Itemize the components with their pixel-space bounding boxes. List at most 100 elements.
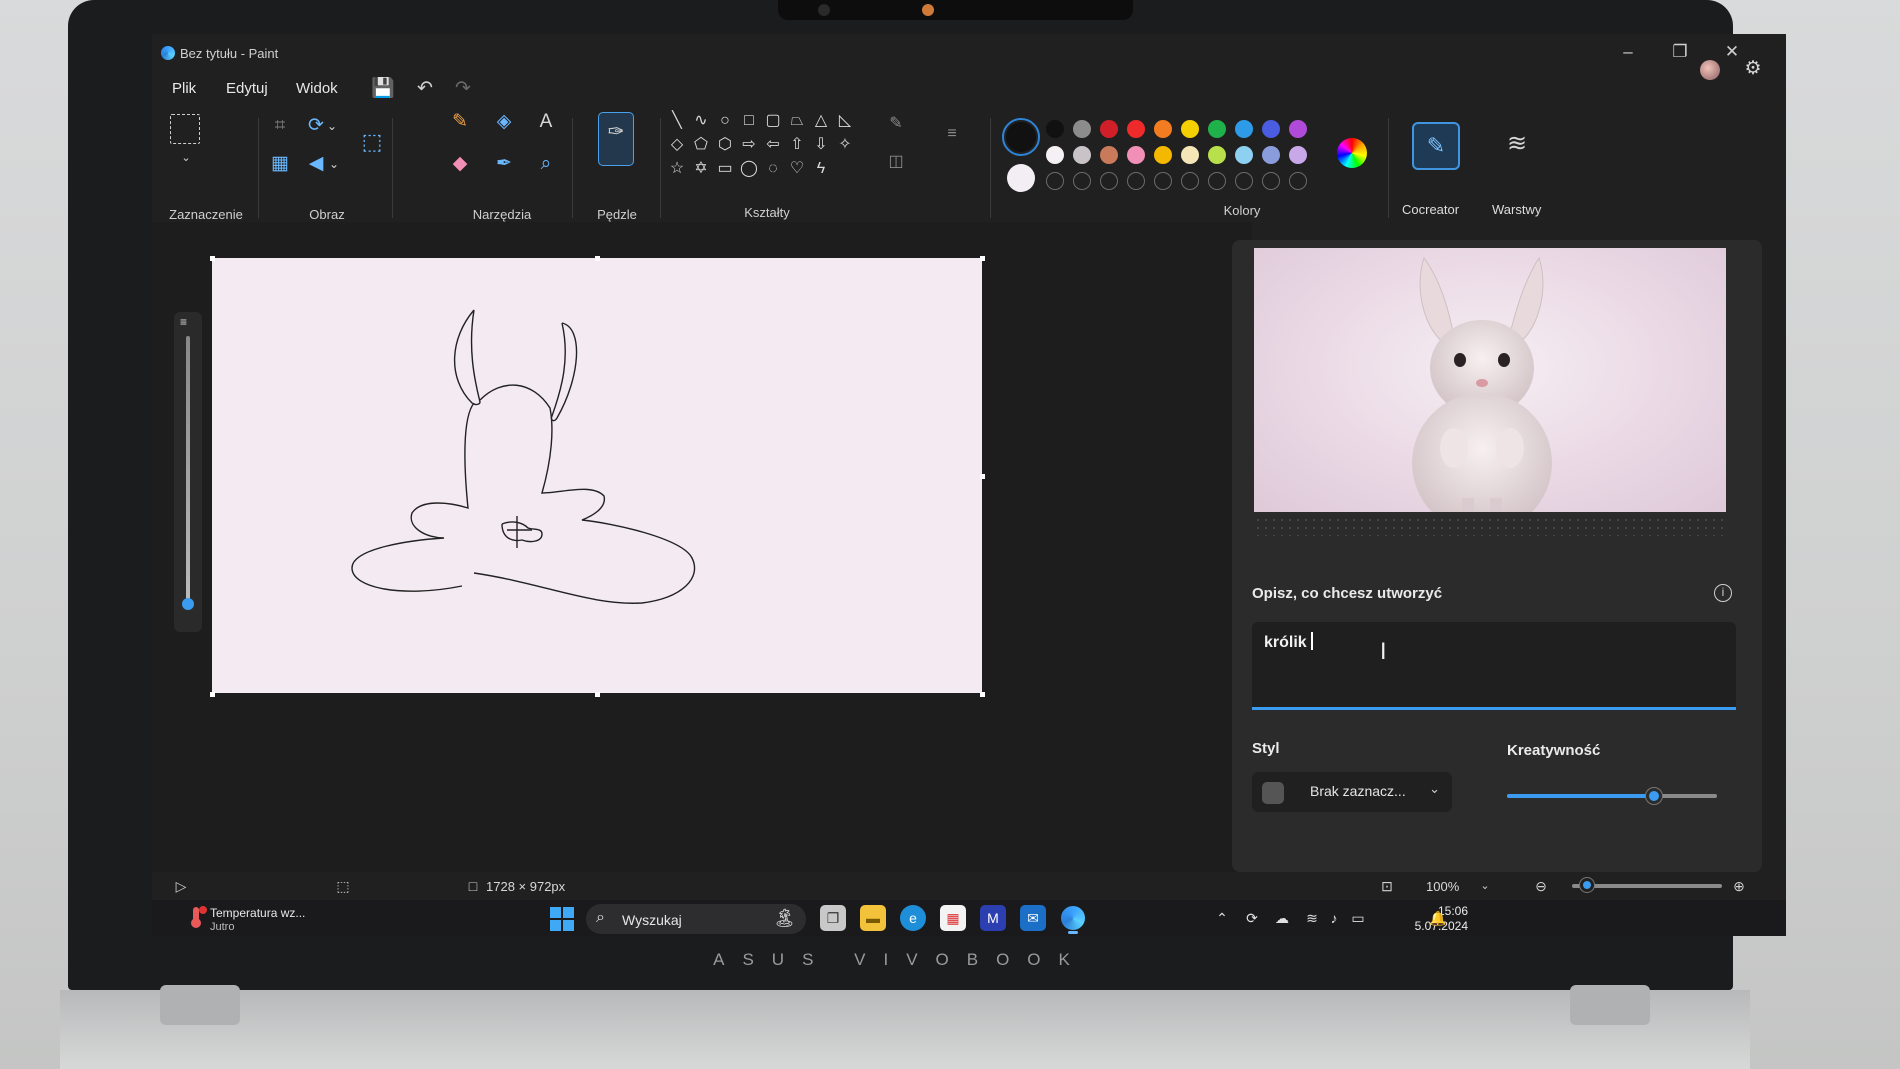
redo-icon[interactable]: ↷ xyxy=(450,76,476,102)
windows-start-icon[interactable] xyxy=(550,907,574,931)
color-swatch[interactable] xyxy=(1289,146,1307,164)
creativity-slider[interactable] xyxy=(1507,788,1717,804)
canvas-handle[interactable] xyxy=(980,474,985,479)
primary-color[interactable] xyxy=(1002,118,1040,156)
custom-color-slot[interactable] xyxy=(1046,172,1064,190)
up-arrow-shape-icon[interactable]: ⇧ xyxy=(786,134,808,156)
color-swatch[interactable] xyxy=(1100,146,1118,164)
file-explorer-icon[interactable]: ▬ xyxy=(860,905,886,931)
custom-color-slot[interactable] xyxy=(1127,172,1145,190)
paint-taskbar-icon[interactable] xyxy=(1060,905,1086,931)
six-point-star-shape-icon[interactable]: ✡ xyxy=(690,158,712,180)
notification-bell-icon[interactable]: 🔔 xyxy=(1428,908,1448,928)
volume-icon[interactable]: ♪ xyxy=(1324,908,1344,928)
zoom-level[interactable]: 100% xyxy=(1426,879,1459,894)
color-swatch[interactable] xyxy=(1208,146,1226,164)
canvas-handle[interactable] xyxy=(980,256,985,261)
edge-browser-icon[interactable]: e xyxy=(900,905,926,931)
color-swatch[interactable] xyxy=(1046,146,1064,164)
heart-shape-icon[interactable]: ♡ xyxy=(786,158,808,180)
color-swatch[interactable] xyxy=(1262,146,1280,164)
line-shape-icon[interactable]: ╲ xyxy=(666,110,688,132)
color-swatch[interactable] xyxy=(1289,120,1307,138)
sync-icon[interactable]: ⟳ xyxy=(1242,908,1262,928)
four-point-star-shape-icon[interactable]: ✧ xyxy=(834,134,856,156)
cocreator-button[interactable]: ✎ xyxy=(1412,122,1460,170)
oval-shape-icon[interactable]: ○ xyxy=(714,110,736,132)
pencil-icon[interactable]: ✎ xyxy=(446,108,474,136)
five-point-star-shape-icon[interactable]: ☆ xyxy=(666,158,688,180)
fill-bucket-icon[interactable]: ◈ xyxy=(490,108,518,136)
prompt-input-value[interactable]: królik xyxy=(1264,632,1313,652)
eraser-icon[interactable]: ◆ xyxy=(446,150,474,178)
color-swatch[interactable] xyxy=(1073,146,1091,164)
save-icon[interactable]: 💾 xyxy=(370,76,396,102)
color-swatch[interactable] xyxy=(1046,120,1064,138)
brush-size-knob[interactable] xyxy=(182,598,194,610)
color-swatch[interactable] xyxy=(1235,146,1253,164)
brush-size-slider[interactable]: ≡ xyxy=(174,312,202,632)
outline-icon[interactable]: ✎ xyxy=(882,110,910,138)
resize-icon[interactable]: ▦ xyxy=(266,150,294,178)
fit-to-window-icon[interactable]: ⊡ xyxy=(1378,877,1396,895)
zoom-out-icon[interactable]: ⊖ xyxy=(1532,877,1550,895)
color-swatch[interactable] xyxy=(1154,146,1172,164)
rotate-chevron-icon[interactable]: ⌄ xyxy=(318,112,346,140)
hexagon-shape-icon[interactable]: ⬡ xyxy=(714,134,736,156)
restore-button[interactable]: ❐ xyxy=(1660,40,1700,64)
line-size-icon[interactable]: ≡ xyxy=(938,120,966,148)
brush-icon[interactable]: ✑ xyxy=(598,112,634,166)
color-swatch[interactable] xyxy=(1127,120,1145,138)
custom-color-slot[interactable] xyxy=(1181,172,1199,190)
lightning-shape-icon[interactable]: ϟ xyxy=(810,158,832,180)
task-view-icon[interactable]: ❐ xyxy=(820,905,846,931)
down-arrow-shape-icon[interactable]: ⇩ xyxy=(810,134,832,156)
canvas-handle[interactable] xyxy=(595,256,600,261)
show-hidden-icons-chevron[interactable]: ⌃ xyxy=(1212,908,1232,928)
wifi-icon[interactable]: ≋ xyxy=(1302,908,1322,928)
generated-image-preview[interactable] xyxy=(1254,248,1726,512)
color-swatch[interactable] xyxy=(1073,120,1091,138)
rectangle-shape-icon[interactable]: □ xyxy=(738,110,760,132)
style-dropdown[interactable]: Brak zaznacz... ⌄ xyxy=(1252,772,1452,812)
color-swatch[interactable] xyxy=(1181,120,1199,138)
battery-icon[interactable]: ▭ xyxy=(1348,908,1368,928)
color-swatch[interactable] xyxy=(1100,120,1118,138)
zoom-in-icon[interactable]: ⊕ xyxy=(1730,877,1748,895)
secondary-color[interactable] xyxy=(1007,164,1035,192)
pentagon-shape-icon[interactable]: ⬠ xyxy=(690,134,712,156)
menu-edit[interactable]: Edytuj xyxy=(226,80,268,97)
magnifier-icon[interactable]: ⌕ xyxy=(532,150,560,178)
right-arrow-shape-icon[interactable]: ⇨ xyxy=(738,134,760,156)
weather-subtitle[interactable]: Jutro xyxy=(210,921,234,933)
zoom-slider[interactable] xyxy=(1572,878,1722,892)
left-arrow-shape-icon[interactable]: ⇦ xyxy=(762,134,784,156)
rect-callout-shape-icon[interactable]: ▭ xyxy=(714,158,736,180)
taskbar-search[interactable]: ⌕ Wyszukaj 🏝 xyxy=(586,904,806,934)
custom-color-slot[interactable] xyxy=(1154,172,1172,190)
text-tool-icon[interactable]: A xyxy=(532,108,560,136)
curve-shape-icon[interactable]: ∿ xyxy=(690,110,712,132)
account-avatar[interactable] xyxy=(1700,60,1720,80)
custom-color-slot[interactable] xyxy=(1262,172,1280,190)
color-swatch[interactable] xyxy=(1235,120,1253,138)
custom-color-slot[interactable] xyxy=(1073,172,1091,190)
rounded-rectangle-shape-icon[interactable]: ▢ xyxy=(762,110,784,132)
microsoft-store-icon[interactable]: ▦ xyxy=(940,905,966,931)
drawing-canvas[interactable] xyxy=(212,258,982,693)
canvas-handle[interactable] xyxy=(980,692,985,697)
menu-file[interactable]: Plik xyxy=(172,80,196,97)
color-picker-icon[interactable]: ✒ xyxy=(490,150,518,178)
prompt-input[interactable]: królik I xyxy=(1252,622,1736,710)
oval-callout-shape-icon[interactable]: ◯ xyxy=(738,158,760,180)
thermometer-icon[interactable] xyxy=(186,905,208,929)
zoom-knob[interactable] xyxy=(1580,878,1594,892)
color-swatch[interactable] xyxy=(1181,146,1199,164)
custom-color-slot[interactable] xyxy=(1208,172,1226,190)
color-swatch[interactable] xyxy=(1154,120,1172,138)
diamond-shape-icon[interactable]: ◇ xyxy=(666,134,688,156)
creativity-knob[interactable] xyxy=(1646,788,1662,804)
undo-icon[interactable]: ↶ xyxy=(412,76,438,102)
weather-title[interactable]: Temperatura wz... xyxy=(210,906,305,920)
fill-icon[interactable]: ◫ xyxy=(882,148,910,176)
